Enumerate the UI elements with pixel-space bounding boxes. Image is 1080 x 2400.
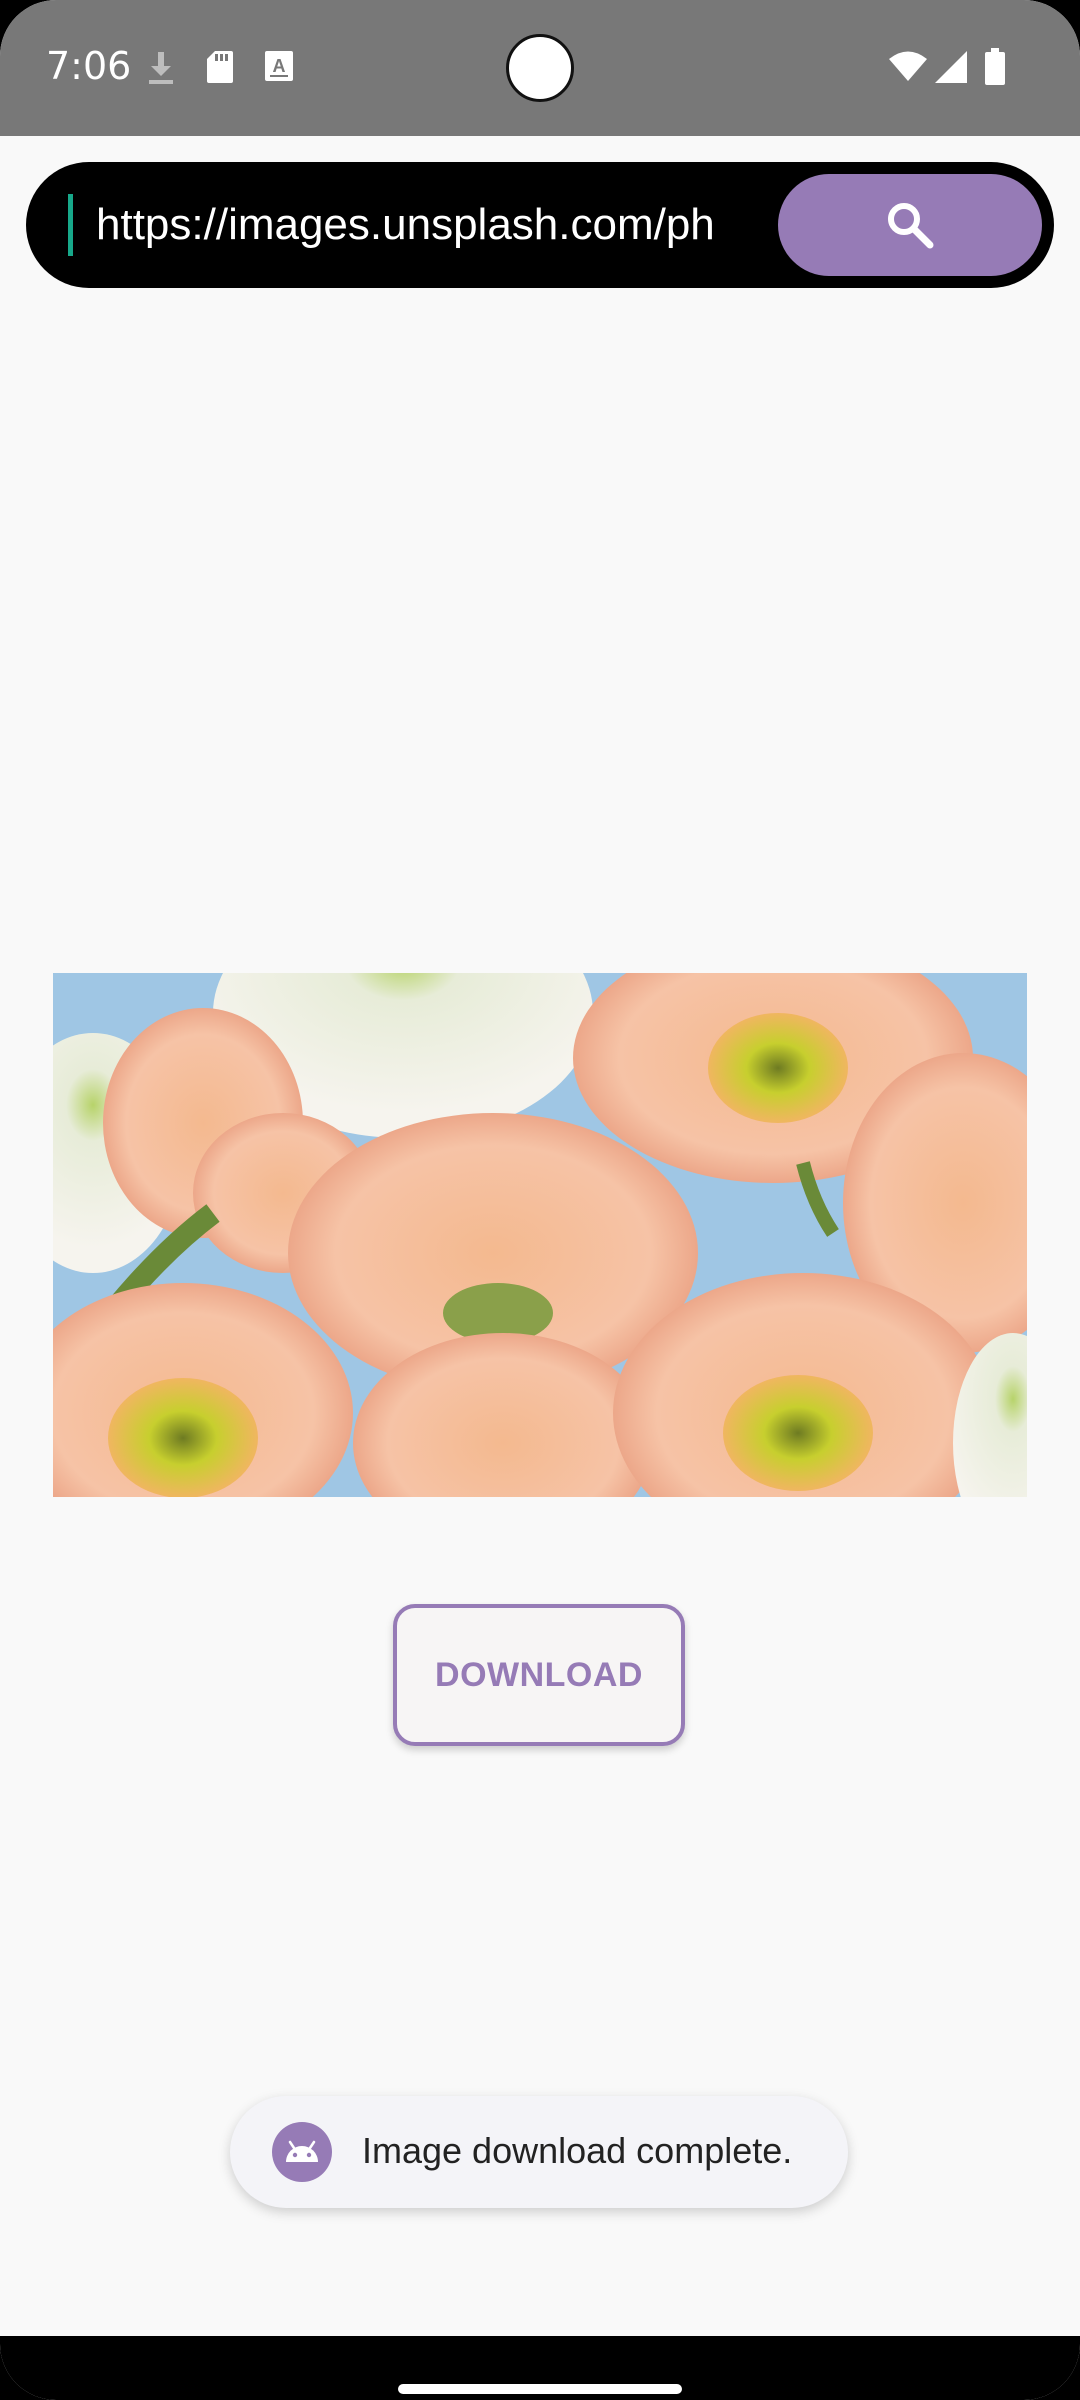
status-time: 7:06 <box>46 44 132 88</box>
signal-icon <box>935 51 967 83</box>
sd-card-icon <box>207 51 233 83</box>
toast-message: Image download complete. <box>230 2096 848 2208</box>
url-bar <box>26 162 1054 288</box>
search-button[interactable] <box>778 174 1042 276</box>
android-icon <box>272 2122 332 2182</box>
downloaded-image <box>53 973 1027 1497</box>
front-camera <box>506 34 574 102</box>
status-bar: 7:06 A <box>0 0 1080 136</box>
wifi-icon <box>889 51 927 81</box>
home-indicator[interactable] <box>398 2384 682 2394</box>
download-icon <box>149 52 173 84</box>
download-button[interactable]: DOWNLOAD <box>393 1604 685 1746</box>
font-icon: A <box>265 51 293 81</box>
battery-icon <box>985 48 1005 85</box>
search-icon <box>888 203 934 249</box>
toast-text: Image download complete. <box>362 2130 793 2171</box>
poppies-illustration <box>53 973 1027 1497</box>
url-input[interactable] <box>66 186 796 264</box>
svg-text:A: A <box>273 56 286 76</box>
app-screen: 7:06 A https://images.unsplash.com/ph DO… <box>0 0 1080 2400</box>
